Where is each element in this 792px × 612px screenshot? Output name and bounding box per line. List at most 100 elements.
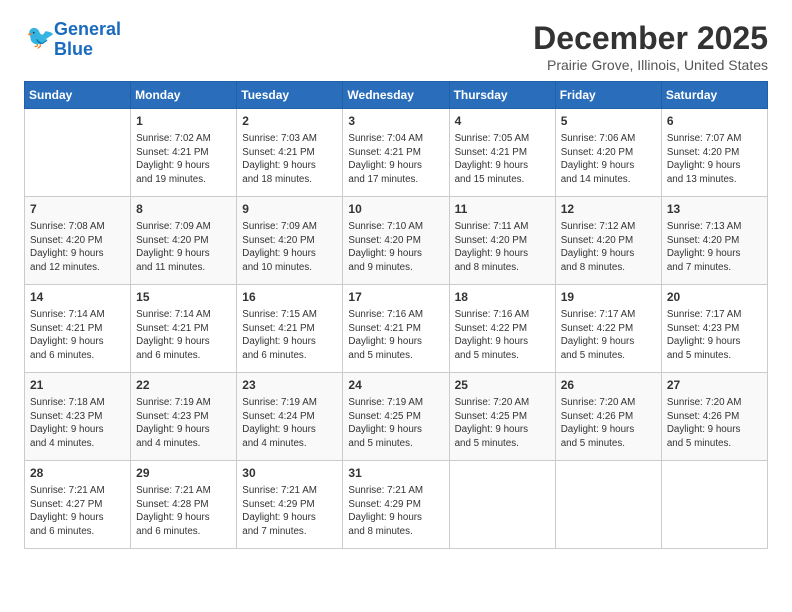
day-info: Sunrise: 7:19 AM Sunset: 4:25 PM Dayligh…: [348, 396, 443, 451]
calendar-week-row: 14 Sunrise: 7:14 AM Sunset: 4:21 PM Dayli…: [25, 285, 768, 373]
logo-icon: 🐦: [26, 23, 54, 51]
logo-general: General: [54, 19, 121, 39]
table-row: 28 Sunrise: 7:21 AM Sunset: 4:27 PM Dayli…: [25, 461, 131, 549]
table-row: 23Sunrise: 7:19 AM Sunset: 4:24 PM Dayli…: [237, 373, 343, 461]
day-info: Sunrise: 7:16 AM Sunset: 4:22 PM Dayligh…: [455, 308, 550, 363]
header-tuesday: Tuesday: [237, 82, 343, 109]
calendar-week-row: 21 Sunrise: 7:18 AM Sunset: 4:23 PM Dayli…: [25, 373, 768, 461]
table-row: 13 Sunrise: 7:13 AM Sunset: 4:20 PM Dayli…: [661, 197, 767, 285]
day-number: 20: [667, 289, 762, 306]
header-friday: Friday: [555, 82, 661, 109]
table-row: 20 Sunrise: 7:17 AM Sunset: 4:23 PM Dayli…: [661, 285, 767, 373]
table-row: 7 Sunrise: 7:08 AM Sunset: 4:20 PM Daylig…: [25, 197, 131, 285]
table-row: 31Sunrise: 7:21 AM Sunset: 4:29 PM Dayli…: [343, 461, 449, 549]
table-row: 21 Sunrise: 7:18 AM Sunset: 4:23 PM Dayli…: [25, 373, 131, 461]
day-info: Sunrise: 7:21 AM Sunset: 4:29 PM Dayligh…: [348, 484, 443, 539]
table-row: 27Sunrise: 7:20 AM Sunset: 4:26 PM Dayli…: [661, 373, 767, 461]
day-number: 9: [242, 201, 337, 218]
day-number: 5: [561, 113, 656, 130]
day-number: 2: [242, 113, 337, 130]
day-number: 25: [455, 377, 550, 394]
table-row: 26Sunrise: 7:20 AM Sunset: 4:26 PM Dayli…: [555, 373, 661, 461]
table-row: 12Sunrise: 7:12 AM Sunset: 4:20 PM Dayli…: [555, 197, 661, 285]
day-info: Sunrise: 7:10 AM Sunset: 4:20 PM Dayligh…: [348, 220, 443, 275]
logo-blue: Blue: [54, 40, 121, 60]
day-info: Sunrise: 7:07 AM Sunset: 4:20 PM Dayligh…: [667, 132, 762, 187]
day-info: Sunrise: 7:21 AM Sunset: 4:27 PM Dayligh…: [30, 484, 125, 539]
page: 🐦 General Blue December 2025 Prairie Gro…: [0, 0, 792, 612]
day-number: 11: [455, 201, 550, 218]
day-info: Sunrise: 7:17 AM Sunset: 4:22 PM Dayligh…: [561, 308, 656, 363]
day-number: 16: [242, 289, 337, 306]
table-row: 19Sunrise: 7:17 AM Sunset: 4:22 PM Dayli…: [555, 285, 661, 373]
day-number: 12: [561, 201, 656, 218]
day-info: Sunrise: 7:21 AM Sunset: 4:29 PM Dayligh…: [242, 484, 337, 539]
day-number: 30: [242, 465, 337, 482]
table-row: 11 Sunrise: 7:11 AM Sunset: 4:20 PM Dayli…: [449, 197, 555, 285]
calendar-week-row: 28 Sunrise: 7:21 AM Sunset: 4:27 PM Dayli…: [25, 461, 768, 549]
day-number: 3: [348, 113, 443, 130]
table-row: 3 Sunrise: 7:04 AM Sunset: 4:21 PM Daylig…: [343, 109, 449, 197]
day-number: 22: [136, 377, 231, 394]
day-info: Sunrise: 7:16 AM Sunset: 4:21 PM Dayligh…: [348, 308, 443, 363]
day-info: Sunrise: 7:13 AM Sunset: 4:20 PM Dayligh…: [667, 220, 762, 275]
table-row: 14 Sunrise: 7:14 AM Sunset: 4:21 PM Dayli…: [25, 285, 131, 373]
day-info: Sunrise: 7:21 AM Sunset: 4:28 PM Dayligh…: [136, 484, 231, 539]
table-row: 6 Sunrise: 7:07 AM Sunset: 4:20 PM Daylig…: [661, 109, 767, 197]
day-info: Sunrise: 7:15 AM Sunset: 4:21 PM Dayligh…: [242, 308, 337, 363]
day-info: Sunrise: 7:14 AM Sunset: 4:21 PM Dayligh…: [30, 308, 125, 363]
day-number: 8: [136, 201, 231, 218]
svg-text:🐦: 🐦: [26, 24, 54, 50]
day-number: 7: [30, 201, 125, 218]
day-number: 18: [455, 289, 550, 306]
calendar-table: Sunday Monday Tuesday Wednesday Thursday…: [24, 81, 768, 549]
day-number: 17: [348, 289, 443, 306]
day-number: 6: [667, 113, 762, 130]
table-row: 22 Sunrise: 7:19 AM Sunset: 4:23 PM Dayli…: [131, 373, 237, 461]
day-info: Sunrise: 7:06 AM Sunset: 4:20 PM Dayligh…: [561, 132, 656, 187]
table-row: 1Sunrise: 7:02 AM Sunset: 4:21 PM Daylig…: [131, 109, 237, 197]
header-saturday: Saturday: [661, 82, 767, 109]
location-title: Prairie Grove, Illinois, United States: [533, 57, 768, 73]
table-row: 15 Sunrise: 7:14 AM Sunset: 4:21 PM Dayli…: [131, 285, 237, 373]
table-row: 10 Sunrise: 7:10 AM Sunset: 4:20 PM Dayli…: [343, 197, 449, 285]
day-number: 10: [348, 201, 443, 218]
day-info: Sunrise: 7:09 AM Sunset: 4:20 PM Dayligh…: [242, 220, 337, 275]
day-number: 27: [667, 377, 762, 394]
table-row: 8Sunrise: 7:09 AM Sunset: 4:20 PM Daylig…: [131, 197, 237, 285]
day-info: Sunrise: 7:04 AM Sunset: 4:21 PM Dayligh…: [348, 132, 443, 187]
day-info: Sunrise: 7:20 AM Sunset: 4:26 PM Dayligh…: [561, 396, 656, 451]
table-row: 4Sunrise: 7:05 AM Sunset: 4:21 PM Daylig…: [449, 109, 555, 197]
calendar-week-row: 7 Sunrise: 7:08 AM Sunset: 4:20 PM Daylig…: [25, 197, 768, 285]
day-number: 15: [136, 289, 231, 306]
day-info: Sunrise: 7:05 AM Sunset: 4:21 PM Dayligh…: [455, 132, 550, 187]
table-row: 29 Sunrise: 7:21 AM Sunset: 4:28 PM Dayli…: [131, 461, 237, 549]
table-row: 25Sunrise: 7:20 AM Sunset: 4:25 PM Dayli…: [449, 373, 555, 461]
table-row: [25, 109, 131, 197]
day-number: 13: [667, 201, 762, 218]
month-title: December 2025: [533, 20, 768, 57]
day-info: Sunrise: 7:11 AM Sunset: 4:20 PM Dayligh…: [455, 220, 550, 275]
day-info: Sunrise: 7:08 AM Sunset: 4:20 PM Dayligh…: [30, 220, 125, 275]
logo-text: General Blue: [54, 20, 121, 60]
day-info: Sunrise: 7:17 AM Sunset: 4:23 PM Dayligh…: [667, 308, 762, 363]
calendar-week-row: 1Sunrise: 7:02 AM Sunset: 4:21 PM Daylig…: [25, 109, 768, 197]
logo: 🐦 General Blue: [24, 20, 121, 60]
day-info: Sunrise: 7:14 AM Sunset: 4:21 PM Dayligh…: [136, 308, 231, 363]
day-number: 14: [30, 289, 125, 306]
day-info: Sunrise: 7:19 AM Sunset: 4:23 PM Dayligh…: [136, 396, 231, 451]
title-area: December 2025 Prairie Grove, Illinois, U…: [533, 20, 768, 73]
header-monday: Monday: [131, 82, 237, 109]
day-info: Sunrise: 7:18 AM Sunset: 4:23 PM Dayligh…: [30, 396, 125, 451]
day-info: Sunrise: 7:02 AM Sunset: 4:21 PM Dayligh…: [136, 132, 231, 187]
day-number: 28: [30, 465, 125, 482]
day-number: 24: [348, 377, 443, 394]
table-row: 2Sunrise: 7:03 AM Sunset: 4:21 PM Daylig…: [237, 109, 343, 197]
day-number: 21: [30, 377, 125, 394]
day-number: 29: [136, 465, 231, 482]
table-row: [449, 461, 555, 549]
table-row: 9 Sunrise: 7:09 AM Sunset: 4:20 PM Daylig…: [237, 197, 343, 285]
header: 🐦 General Blue December 2025 Prairie Gro…: [24, 20, 768, 73]
table-row: [661, 461, 767, 549]
table-row: 16 Sunrise: 7:15 AM Sunset: 4:21 PM Dayli…: [237, 285, 343, 373]
